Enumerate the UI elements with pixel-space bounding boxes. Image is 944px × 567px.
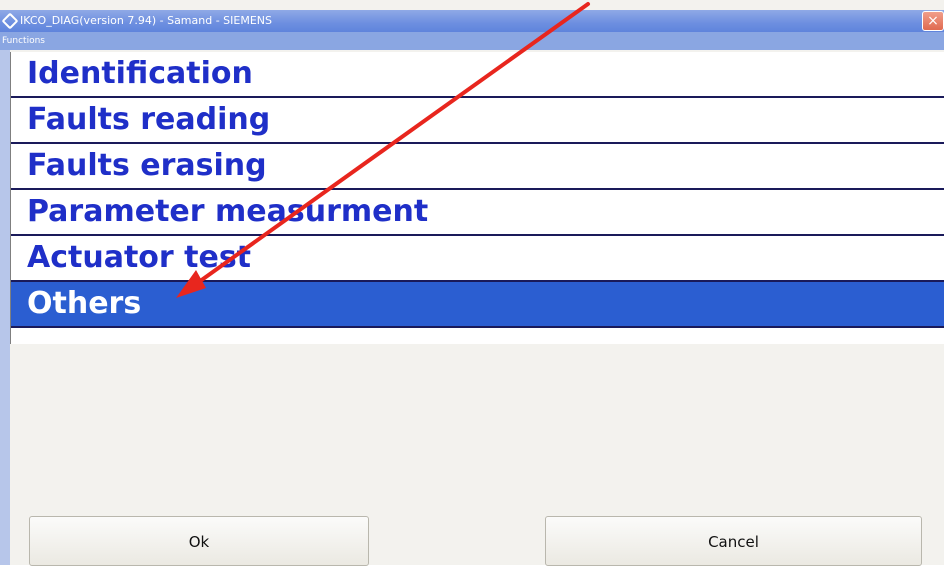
close-button[interactable]: × [922,11,944,31]
function-item-faults-reading[interactable]: Faults reading [11,98,944,144]
functions-list: Identification Faults reading Faults era… [10,52,944,344]
left-edge-strip [0,50,10,565]
title-bar: IKCO_DIAG(version 7.94) - Samand - SIEME… [0,10,944,32]
ok-button[interactable]: Ok [29,516,369,566]
function-item-parameter-measurment[interactable]: Parameter measurment [11,190,944,236]
cancel-button[interactable]: Cancel [545,516,922,566]
function-item-actuator-test[interactable]: Actuator test [11,236,944,282]
app-icon [1,12,19,30]
panel-header-label: Functions [2,36,45,46]
function-item-faults-erasing[interactable]: Faults erasing [11,144,944,190]
diag-window: IKCO_DIAG(version 7.94) - Samand - SIEME… [0,0,944,566]
function-item-others[interactable]: Others [11,282,944,328]
function-item-identification[interactable]: Identification [11,52,944,98]
window-title: IKCO_DIAG(version 7.94) - Samand - SIEME… [20,14,273,27]
panel-header: Functions [0,32,944,50]
